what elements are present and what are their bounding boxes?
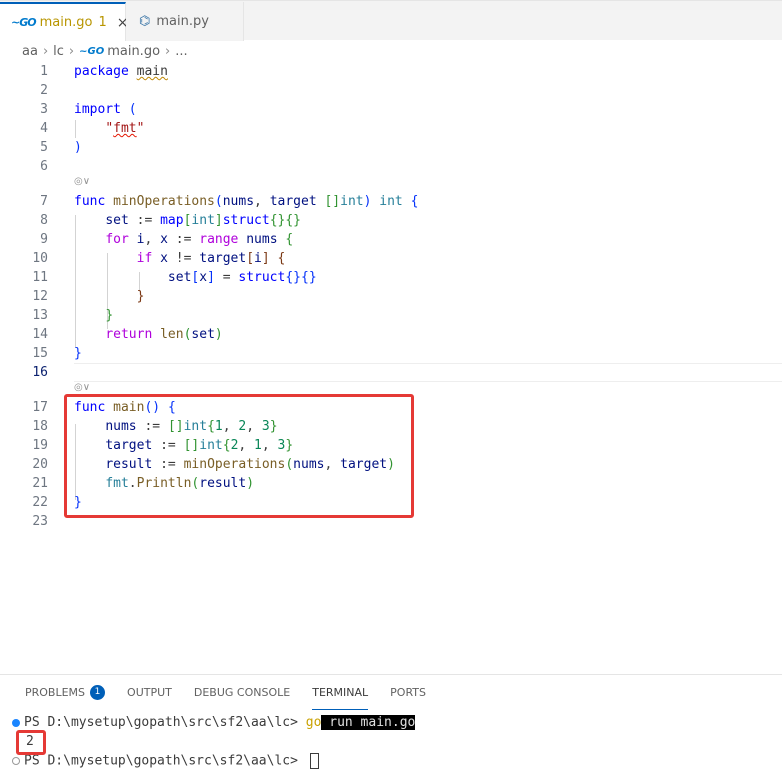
- terminal-line[interactable]: 2: [0, 732, 782, 751]
- line-number: 13: [32, 308, 48, 323]
- breadcrumb-item[interactable]: aa: [22, 44, 38, 59]
- annotation-highlight-box: [64, 394, 414, 518]
- tab-label: main.py: [156, 14, 209, 29]
- code-line: 15 }: [0, 344, 782, 363]
- terminal-prompt: PS D:\mysetup\gopath\src\sf2\aa\lc>: [24, 715, 306, 730]
- line-number: 5: [40, 140, 48, 155]
- python-file-icon: ⌬: [139, 14, 151, 29]
- tab-main-py[interactable]: ⌬ main.py: [126, 2, 244, 41]
- codelens[interactable]: ◎∨: [74, 382, 90, 393]
- tab-problems[interactable]: PROBLEMS 1: [25, 675, 106, 710]
- line-number: 17: [32, 400, 48, 415]
- command-success-icon[interactable]: [12, 718, 20, 727]
- terminal-command-args: run main.go: [321, 715, 416, 730]
- terminal-line[interactable]: PS D:\mysetup\gopath\src\sf2\aa\lc> go r…: [0, 713, 782, 732]
- line-number: 14: [32, 327, 48, 342]
- code-line: 1 package main: [0, 62, 782, 81]
- tab-label: TERMINAL: [312, 685, 369, 699]
- code-line: 16: [0, 363, 782, 382]
- line-number: 10: [32, 251, 48, 266]
- line-number: 12: [32, 289, 48, 304]
- code-line: 4 "fmt": [0, 119, 782, 138]
- code-line: 12 }: [0, 287, 782, 306]
- go-file-icon: ~GO: [79, 45, 105, 57]
- code-line: 10 if x != target[i] {: [0, 249, 782, 268]
- line-number: 1: [40, 64, 48, 79]
- tab-ports[interactable]: PORTS: [390, 675, 426, 710]
- code-line: 3 import (: [0, 100, 782, 119]
- code-line: 2: [0, 81, 782, 100]
- code-line: 11 set[x] = struct{}{}: [0, 268, 782, 287]
- go-file-icon: ~GO: [11, 16, 37, 29]
- line-number: 22: [32, 495, 48, 510]
- code-line: 14 return len(set): [0, 325, 782, 344]
- line-number: 11: [32, 270, 48, 285]
- line-number: 18: [32, 419, 48, 434]
- line-number: 20: [32, 457, 48, 472]
- line-number: 23: [32, 514, 48, 529]
- terminal-cursor: [309, 752, 319, 769]
- code-line: 13 }: [0, 306, 782, 325]
- code-editor[interactable]: 1 package main 2 3 import ( 4 "fmt" 5 ) …: [0, 62, 782, 674]
- line-number: 15: [32, 346, 48, 361]
- terminal-command-go: go: [305, 715, 322, 730]
- line-number: 6: [40, 159, 48, 174]
- problem-count: 1: [98, 15, 107, 30]
- command-pending-icon[interactable]: [12, 756, 20, 765]
- breadcrumb-item[interactable]: ...: [175, 44, 187, 59]
- bottom-panel: PROBLEMS 1 OUTPUT DEBUG CONSOLE TERMINAL…: [0, 674, 782, 773]
- tab-label: PROBLEMS: [25, 686, 86, 699]
- code-line: 5 ): [0, 138, 782, 157]
- tab-label: OUTPUT: [127, 686, 172, 699]
- terminal-prompt: PS D:\mysetup\gopath\src\sf2\aa\lc>: [24, 753, 306, 768]
- line-number: 2: [40, 83, 48, 98]
- tab-main-go[interactable]: ~GO main.go 1 ×: [0, 2, 128, 41]
- terminal-line[interactable]: PS D:\mysetup\gopath\src\sf2\aa\lc>: [0, 751, 782, 770]
- line-number: 16: [32, 365, 48, 380]
- codelens[interactable]: ◎∨: [74, 176, 90, 187]
- chevron-right-icon: ›: [165, 43, 171, 59]
- breadcrumb-item[interactable]: lc: [53, 44, 64, 59]
- chevron-right-icon: ›: [42, 43, 49, 59]
- chevron-right-icon: ›: [68, 43, 75, 59]
- line-number: 19: [32, 438, 48, 453]
- tab-label: PORTS: [390, 686, 426, 699]
- line-number: 4: [40, 121, 48, 136]
- line-number: 8: [40, 213, 48, 228]
- line-number: 7: [40, 194, 48, 209]
- code-line: 7 func minOperations(nums, target []int)…: [0, 192, 782, 211]
- code-line: 6: [0, 157, 782, 176]
- tab-label: DEBUG CONSOLE: [193, 686, 291, 699]
- tab-output[interactable]: OUTPUT: [127, 675, 172, 710]
- annotation-output-box: [16, 730, 46, 755]
- tab-debug-console[interactable]: DEBUG CONSOLE: [194, 675, 290, 710]
- code-line: 9 for i, x := range nums {: [0, 230, 782, 249]
- tab-terminal[interactable]: TERMINAL: [312, 675, 369, 710]
- code-line: 8 set := map[int]struct{}{}: [0, 211, 782, 230]
- line-number: 3: [40, 102, 48, 117]
- tab-label: main.go: [39, 15, 93, 30]
- line-number: 21: [32, 476, 48, 491]
- breadcrumb: aa › lc › ~GO main.go › ...: [0, 40, 782, 62]
- breadcrumb-item[interactable]: main.go: [107, 44, 160, 59]
- panel-tab-bar: PROBLEMS 1 OUTPUT DEBUG CONSOLE TERMINAL…: [0, 675, 782, 710]
- line-number: 9: [40, 232, 48, 247]
- editor-tab-bar: ~GO main.go 1 × ⌬ main.py: [0, 0, 782, 41]
- problems-badge: 1: [90, 685, 106, 700]
